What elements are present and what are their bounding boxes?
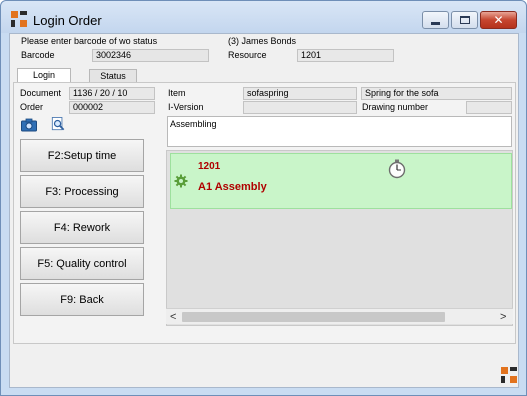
resource-label: Resource [228, 50, 267, 60]
item-field: sofaspring [243, 87, 357, 100]
resource-field: 1201 [297, 49, 394, 62]
window-title: Login Order [33, 13, 102, 28]
gear-icon [174, 174, 188, 188]
title-bar[interactable]: Login Order ✕ [1, 1, 526, 33]
app-logo-icon [11, 11, 27, 27]
camera-icon[interactable] [21, 118, 37, 132]
rework-button[interactable]: F4: Rework [20, 211, 144, 244]
operation-description: Assembling [167, 116, 512, 147]
drawing-number-label: Drawing number [362, 102, 429, 112]
order-label: Order [20, 102, 44, 112]
maximize-icon [459, 16, 470, 24]
iversion-field [243, 101, 357, 114]
drawing-number-field [466, 101, 512, 114]
close-button[interactable]: ✕ [480, 11, 517, 29]
minimize-button[interactable] [422, 11, 449, 29]
user-name: (3) James Bonds [228, 36, 297, 46]
back-button[interactable]: F9: Back [20, 283, 144, 316]
tab-status[interactable]: Status [89, 69, 137, 82]
horizontal-scrollbar[interactable]: < > [166, 308, 513, 324]
scroll-left-button[interactable]: < [170, 310, 176, 324]
barcode-label: Barcode [21, 50, 55, 60]
scroll-right-button[interactable]: > [500, 310, 506, 324]
app-logo-icon [501, 367, 517, 383]
barcode-field[interactable]: 3002346 [92, 49, 209, 62]
status-card-operation: A1 Assembly [198, 181, 267, 193]
close-icon: ✕ [493, 13, 504, 27]
stopwatch-icon [388, 159, 406, 179]
prompt-text: Please enter barcode of wo status [21, 36, 158, 46]
status-card-resource: 1201 [198, 161, 221, 172]
setup-time-button[interactable]: F2:Setup time [20, 139, 144, 172]
login-order-window: Login Order ✕ Please enter barcode of wo… [0, 0, 527, 396]
iversion-label: I-Version [168, 102, 204, 112]
document-search-icon[interactable] [50, 117, 66, 131]
quality-control-button[interactable]: F5: Quality control [20, 247, 144, 280]
tab-login[interactable]: Login [17, 68, 71, 83]
document-label: Document [20, 88, 62, 98]
document-field: 1136 / 20 / 10 [69, 87, 155, 100]
item-description-field: Spring for the sofa [361, 87, 512, 100]
processing-button[interactable]: F3: Processing [20, 175, 144, 208]
order-field: 000002 [69, 101, 155, 114]
item-label: Item [168, 88, 186, 98]
minimize-icon [431, 21, 440, 25]
maximize-button[interactable] [451, 11, 478, 29]
scroll-thumb[interactable] [182, 312, 445, 322]
